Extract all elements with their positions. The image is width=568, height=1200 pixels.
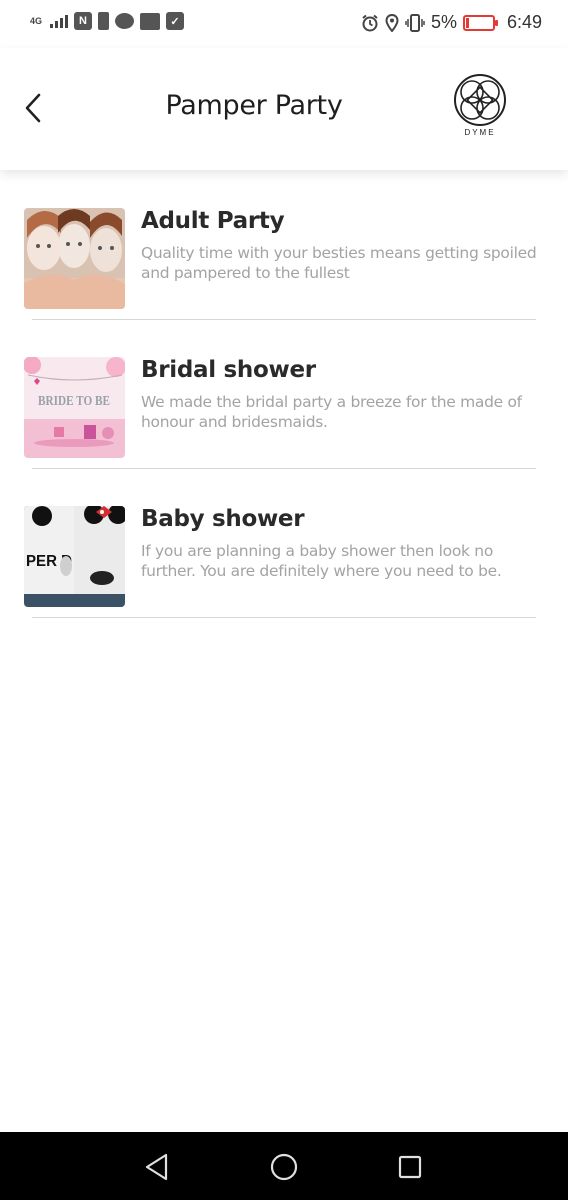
item-description: If you are planning a baby shower then l… [141,542,502,580]
status-time: 6:49 [506,12,542,32]
baby-shower-image: PER D [24,506,125,607]
battery-percent: 5% [430,12,457,32]
signal-icon [50,14,69,28]
nav-back-button[interactable] [140,1150,174,1184]
app-header: Pamper Party DYME [0,48,568,170]
item-description: Quality time with your besties means get… [141,244,537,282]
brand-name: DYME [464,128,496,137]
item-title: Baby shower [141,506,305,532]
party-list: Adult Party Quality time with your besti… [0,170,568,618]
list-item-baby-shower[interactable]: PER D Baby shower If you are planning a … [0,468,568,618]
location-icon [385,13,399,32]
bridal-shower-image: BRIDE TO BE [24,357,125,458]
checkbox-icon: ✓ [166,12,185,30]
back-triangle-icon [145,1153,168,1181]
bride-banner-text: BRIDE TO BE [38,394,110,409]
dyme-logo-icon [454,74,506,126]
message-icon [115,13,135,29]
status-left-icons: 4G N ✓ [30,12,185,30]
vibrate-icon [405,13,425,32]
status-right-icons: 5% 6:49 [361,12,542,33]
system-nav-bar [0,1132,568,1200]
status-bar: 4G N ✓ 5% 6:49 [0,0,568,48]
item-description: We made the bridal party a breeze for th… [141,393,522,431]
network-type: 4G [30,15,43,26]
brand-logo[interactable]: DYME [452,72,508,142]
adult-party-image [24,208,125,309]
home-circle-icon [270,1153,298,1181]
alarm-icon [362,14,378,31]
recents-square-icon [398,1155,422,1179]
nav-home-button[interactable] [267,1150,301,1184]
list-item-bridal-shower[interactable]: BRIDE TO BE Bridal shower We made the br… [0,319,568,469]
battery-saver-icon [98,12,110,30]
nfc-icon: N [74,12,93,30]
item-title: Bridal shower [141,357,316,383]
nav-recents-button[interactable] [393,1150,427,1184]
bible-app-icon [140,12,161,30]
item-title: Adult Party [141,208,285,234]
list-item-adult-party[interactable]: Adult Party Quality time with your besti… [0,170,568,320]
battery-icon [462,14,498,31]
divider [32,617,536,618]
